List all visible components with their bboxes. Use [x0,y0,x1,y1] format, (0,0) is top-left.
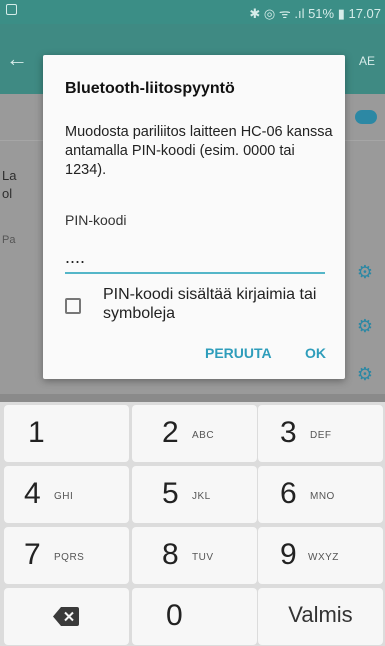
background-app-action: AE [358,54,375,68]
letters-symbols-checkbox[interactable] [65,298,81,314]
pin-input[interactable] [65,242,325,274]
key-8[interactable]: 8 TUV [132,527,257,584]
key-digit: 1 [28,416,45,449]
status-icons-and-time: ✱ ◎ ᯤ .ıl 51% ▮ 17.07 [249,6,381,21]
done-label: Valmis [288,602,353,627]
pin-field-label: PIN-koodi [65,212,127,228]
key-digit: 4 [24,477,41,510]
gear-icon: ⚙ [356,262,373,282]
key-digit: 9 [280,538,297,571]
key-digit: 2 [162,416,179,449]
key-5[interactable]: 5 JKL [132,466,257,523]
key-letters: GHI [54,491,74,502]
key-digit: 3 [280,416,297,449]
key-1[interactable]: 1 [4,405,129,462]
gear-icon: ⚙ [356,316,373,336]
dialog-message: Muodosta pariliitos laitteen HC-06 kanss… [65,124,333,178]
key-3[interactable]: 3 DEF [258,405,383,462]
key-4[interactable]: 4 GHI [4,466,129,523]
key-letters: DEF [310,430,332,441]
key-0[interactable]: 0 [132,588,257,645]
key-letters: JKL [192,491,211,502]
background-text-line: La [2,168,17,183]
key-letters: TUV [192,552,214,563]
dialog-title: Bluetooth-liitospyyntö [65,80,235,97]
checkbox-label: PIN-koodi sisältää kirjaimia tai symbole… [103,286,317,322]
key-letters: MNO [310,491,335,502]
key-6[interactable]: 6 MNO [258,466,383,523]
ok-button[interactable]: OK [305,345,326,361]
key-digit: 0 [166,599,183,632]
back-arrow-icon: ← [6,46,28,71]
screenshot-notification-icon [6,4,17,15]
key-digit: 8 [162,538,179,571]
status-bar: ✱ ◎ ᯤ .ıl 51% ▮ 17.07 [0,0,385,24]
background-text-line: ol [2,186,13,201]
gear-icon: ⚙ [356,364,373,384]
key-digit: 7 [24,538,41,571]
key-digit: 5 [162,477,179,510]
key-7[interactable]: 7 PQRS [4,527,129,584]
numeric-keypad: 1 2 ABC 3 DEF 4 GHI 5 JKL 6 MNO 7 PQRS 8… [0,402,385,646]
key-9[interactable]: 9 WXYZ [258,527,383,584]
cancel-button[interactable]: PERUUTA [205,345,272,361]
bluetooth-pairing-dialog: Bluetooth-liitospyyntö Muodosta pariliit… [43,55,345,379]
background-section-label: Pa [2,234,16,246]
key-digit: 6 [280,477,297,510]
key-2[interactable]: 2 ABC [132,405,257,462]
done-key[interactable]: Valmis [258,588,383,645]
backspace-icon [53,607,79,626]
backspace-key[interactable] [4,588,129,645]
bluetooth-toggle [355,110,377,124]
key-letters: WXYZ [308,552,339,563]
key-letters: ABC [192,430,215,441]
key-letters: PQRS [54,552,85,563]
